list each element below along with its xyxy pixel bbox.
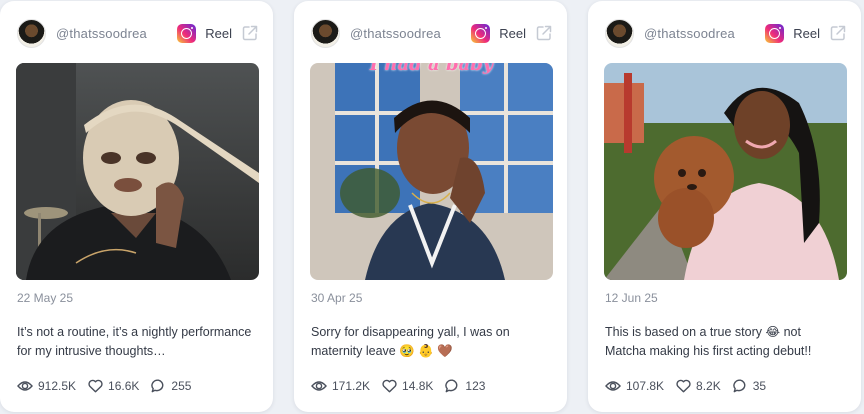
- comment-icon: [445, 379, 458, 393]
- heart-icon: [382, 379, 397, 393]
- post-type-label: Reel: [499, 25, 526, 41]
- account-handle[interactable]: @thatssoodrea: [350, 26, 441, 41]
- post-date: 12 Jun 25: [605, 291, 658, 305]
- post-date: 22 May 25: [17, 291, 74, 305]
- post-stats: 107.8K 8.2K 35: [605, 377, 778, 395]
- account-handle[interactable]: @thatssoodrea: [644, 26, 735, 41]
- post-stats: 171.2K 14.8K 123: [311, 377, 497, 395]
- post-date: 30 Apr 25: [311, 291, 363, 305]
- instagram-icon: [765, 23, 785, 43]
- comment-icon: [151, 379, 164, 393]
- post-stats: 912.5K 16.6K 255: [17, 377, 203, 395]
- comments-stat: 255: [151, 379, 191, 393]
- external-link-icon[interactable]: [535, 24, 553, 42]
- views-stat: 912.5K: [17, 379, 76, 393]
- post-thumbnail[interactable]: [604, 63, 847, 280]
- thumbnail-image: [16, 63, 259, 280]
- post-type-label: Reel: [793, 25, 820, 41]
- avatar[interactable]: [605, 18, 634, 48]
- likes-stat: 16.6K: [88, 379, 139, 393]
- post-card[interactable]: @thatssoodrea Reel I had a baby 30 Apr 2…: [294, 1, 567, 412]
- thumbnail-image: [604, 63, 847, 280]
- post-thumbnail[interactable]: I had a baby: [310, 63, 553, 280]
- comment-icon: [733, 379, 746, 393]
- media-overlay-text: I had a baby: [369, 63, 494, 75]
- comments-count: 123: [465, 379, 486, 393]
- post-caption: This is based on a true story 😂 not Matc…: [605, 325, 812, 358]
- post-caption: It’s not a routine, it’s a nightly perfo…: [17, 325, 252, 358]
- post-card[interactable]: @thatssoodrea Reel 22 May 25 It’s not a …: [0, 1, 273, 412]
- account-handle[interactable]: @thatssoodrea: [56, 26, 147, 41]
- avatar[interactable]: [17, 18, 46, 48]
- external-link-icon[interactable]: [829, 24, 847, 42]
- eye-icon: [311, 381, 327, 391]
- views-stat: 107.8K: [605, 379, 664, 393]
- external-link-icon[interactable]: [241, 24, 259, 42]
- instagram-icon: [177, 23, 197, 43]
- eye-icon: [17, 381, 33, 391]
- heart-icon: [88, 379, 103, 393]
- comments-count: 255: [171, 379, 192, 393]
- likes-count: 16.6K: [108, 379, 140, 393]
- post-card[interactable]: @thatssoodrea Reel 12 Jun 25 This is bas…: [588, 1, 861, 412]
- post-type-label: Reel: [205, 25, 232, 41]
- post-thumbnail[interactable]: [16, 63, 259, 280]
- card-header: @thatssoodrea Reel: [17, 18, 259, 48]
- eye-icon: [605, 381, 621, 391]
- likes-stat: 8.2K: [676, 379, 721, 393]
- likes-count: 14.8K: [402, 379, 434, 393]
- comments-stat: 35: [733, 379, 766, 393]
- avatar[interactable]: [311, 18, 340, 48]
- post-caption: Sorry for disappearing yall, I was on ma…: [311, 325, 510, 358]
- thumbnail-image: [310, 63, 553, 280]
- comments-count: 35: [752, 379, 767, 393]
- views-stat: 171.2K: [311, 379, 370, 393]
- card-header: @thatssoodrea Reel: [605, 18, 847, 48]
- card-header: @thatssoodrea Reel: [311, 18, 553, 48]
- views-count: 107.8K: [626, 379, 665, 393]
- likes-stat: 14.8K: [382, 379, 433, 393]
- instagram-icon: [471, 23, 491, 43]
- views-count: 171.2K: [332, 379, 371, 393]
- comments-stat: 123: [445, 379, 485, 393]
- views-count: 912.5K: [38, 379, 77, 393]
- heart-icon: [676, 379, 691, 393]
- likes-count: 8.2K: [696, 379, 721, 393]
